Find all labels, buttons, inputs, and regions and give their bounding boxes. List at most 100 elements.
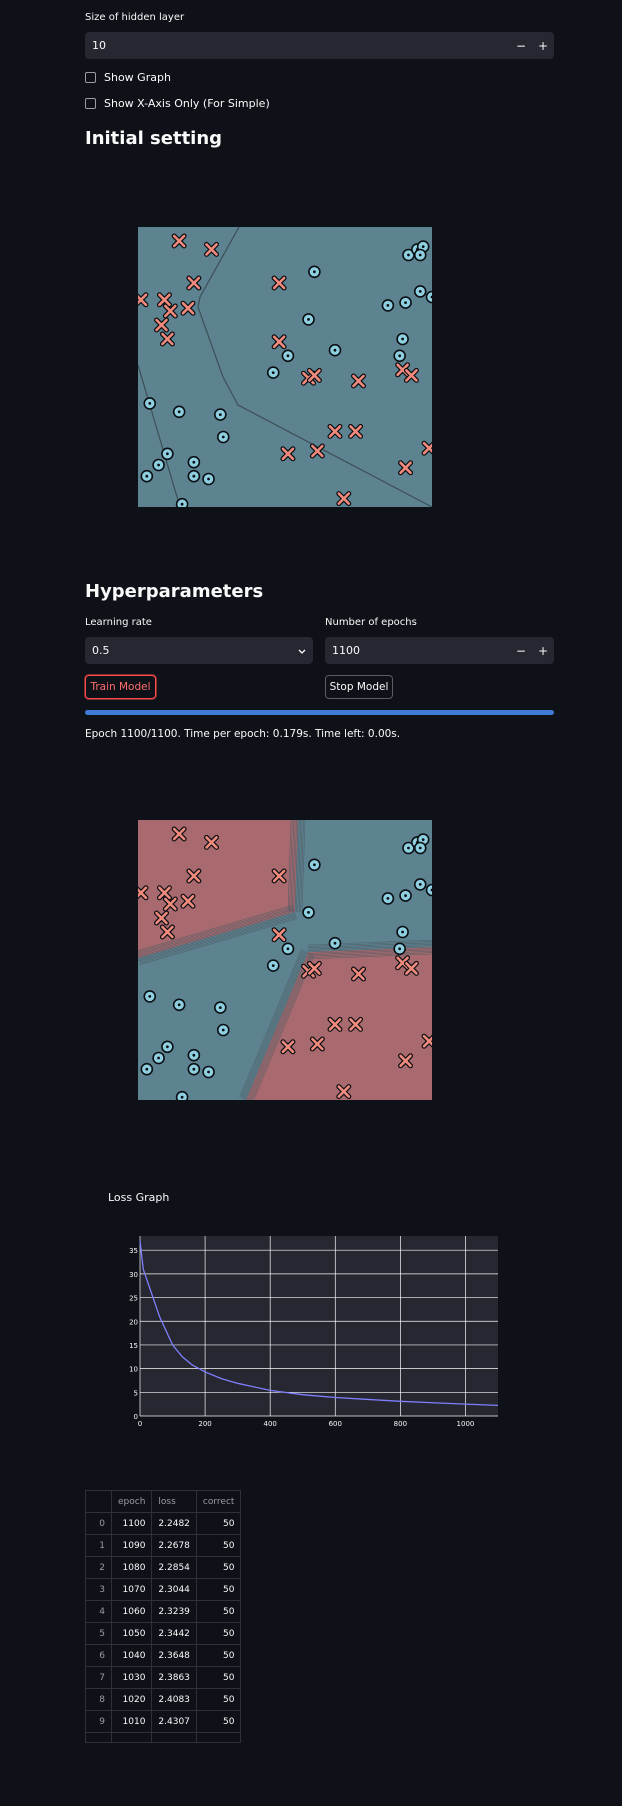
cross-marker: [156, 885, 172, 901]
table-cell: 2.2678: [151, 1534, 197, 1557]
show-x-axis-checkbox[interactable]: Show X-Axis Only (For Simple): [85, 97, 270, 110]
table-cell: 50: [195, 1512, 242, 1535]
epochs-value[interactable]: 1100: [325, 644, 510, 657]
learning-rate-select[interactable]: 0.5: [85, 637, 313, 664]
circle-marker: [328, 343, 342, 357]
progress-fill: [85, 710, 554, 715]
table-header-row: epoch loss correct: [85, 1490, 242, 1513]
cross-marker: [306, 960, 322, 976]
circle-marker: [202, 1065, 215, 1079]
circle-marker: [266, 366, 280, 379]
table-cell: 4: [85, 1600, 112, 1623]
cross-marker: [280, 1039, 296, 1055]
cross-marker: [204, 834, 219, 850]
table-row: 5 1050 2.3442 50: [85, 1622, 242, 1645]
table-column-header[interactable]: epoch: [110, 1490, 153, 1513]
cross-marker: [336, 491, 352, 507]
cross-marker: [171, 826, 187, 842]
cross-marker: [154, 317, 170, 333]
cross-marker: [306, 367, 322, 383]
circle-marker: [425, 883, 432, 897]
table-column-header[interactable]: loss: [151, 1490, 197, 1513]
y-tick-label: 15: [129, 1342, 138, 1350]
cross-marker: [309, 1036, 325, 1052]
circle-marker: [140, 1062, 154, 1076]
train-model-button[interactable]: Train Model: [85, 675, 156, 699]
hidden-layer-input[interactable]: 10 − +: [85, 32, 554, 59]
show-graph-checkbox[interactable]: Show Graph: [85, 71, 171, 84]
circle-marker: [399, 889, 412, 902]
table-cell: 6: [85, 1644, 112, 1667]
table-row: 4 1060 2.3239 50: [85, 1600, 242, 1623]
table-row: 3 1070 2.3044 50: [85, 1578, 242, 1601]
y-tick-label: 30: [129, 1271, 138, 1279]
cross-marker: [271, 927, 287, 943]
cross-marker: [327, 423, 343, 439]
cross-marker: [403, 367, 419, 383]
circle-marker: [413, 841, 427, 855]
table-cell: 1010: [110, 1710, 153, 1733]
hidden-layer-label: Size of hidden layer: [85, 12, 185, 23]
chevron-down-icon[interactable]: [291, 644, 313, 658]
cross-marker: [204, 241, 219, 257]
circle-marker: [413, 248, 427, 262]
table-column-header[interactable]: [85, 1490, 112, 1513]
table-row: 1 1090 2.2678 50: [85, 1534, 242, 1557]
circle-marker: [161, 447, 174, 461]
circle-marker: [396, 332, 409, 346]
table-cell: [151, 1732, 197, 1743]
hidden-layer-increment-button[interactable]: +: [532, 39, 554, 53]
cross-marker: [351, 966, 366, 982]
table-cell: 1100: [110, 1512, 153, 1535]
cross-marker: [309, 443, 325, 459]
circle-marker: [175, 497, 189, 507]
circle-marker: [143, 990, 157, 1003]
stop-model-button[interactable]: Stop Model: [325, 675, 393, 699]
table-cell: 1040: [110, 1644, 153, 1667]
circle-marker: [399, 296, 412, 309]
table-cell: 50: [195, 1644, 242, 1667]
table-column-header[interactable]: correct: [195, 1490, 242, 1513]
table-cell: 2.4083: [151, 1688, 197, 1711]
cross-marker: [280, 446, 296, 462]
circle-marker: [413, 878, 427, 891]
learning-rate-value[interactable]: 0.5: [85, 644, 291, 657]
circle-marker: [302, 313, 315, 326]
table-cell: 1050: [110, 1622, 153, 1645]
circle-marker: [161, 1040, 174, 1054]
table-cell: 7: [85, 1666, 112, 1689]
cross-marker: [156, 292, 172, 308]
epochs-decrement-button[interactable]: −: [510, 644, 532, 658]
x-tick-label: 400: [263, 1420, 276, 1426]
cross-marker: [186, 868, 202, 884]
circle-marker: [413, 285, 427, 298]
table-cell: 2.3863: [151, 1666, 197, 1689]
y-tick-label: 5: [134, 1389, 138, 1397]
epochs-increment-button[interactable]: +: [532, 644, 554, 658]
table-cell: [195, 1732, 242, 1743]
circle-marker: [281, 942, 295, 956]
table-row: 2 1080 2.2854 50: [85, 1556, 242, 1579]
table-row: [85, 1732, 242, 1743]
circle-marker: [175, 1090, 189, 1100]
loss-graph-title: Loss Graph: [108, 1191, 170, 1204]
table-cell: 1: [85, 1534, 112, 1557]
table-row: 7 1030 2.3863 50: [85, 1666, 242, 1689]
table-cell: 2.2854: [151, 1556, 197, 1579]
table-cell: 1080: [110, 1556, 153, 1579]
circle-marker: [187, 455, 201, 469]
cross-marker: [398, 460, 414, 476]
hidden-layer-decrement-button[interactable]: −: [510, 39, 532, 53]
checkbox-box[interactable]: [85, 98, 96, 109]
cross-marker: [348, 1016, 364, 1032]
epochs-input[interactable]: 1100 − +: [325, 637, 554, 664]
circle-marker: [202, 472, 215, 486]
cross-marker: [162, 303, 178, 319]
hidden-layer-value[interactable]: 10: [85, 39, 510, 52]
checkbox-box[interactable]: [85, 72, 96, 83]
epoch-loss-table: epoch loss correct 0 1100 2.2482 50 1 1090 2.267…: [85, 1490, 242, 1743]
table-row: 9 1010 2.4307 50: [85, 1710, 242, 1733]
circle-marker: [216, 1023, 230, 1037]
table-cell: 8: [85, 1688, 112, 1711]
table-cell: 2.3044: [151, 1578, 197, 1601]
